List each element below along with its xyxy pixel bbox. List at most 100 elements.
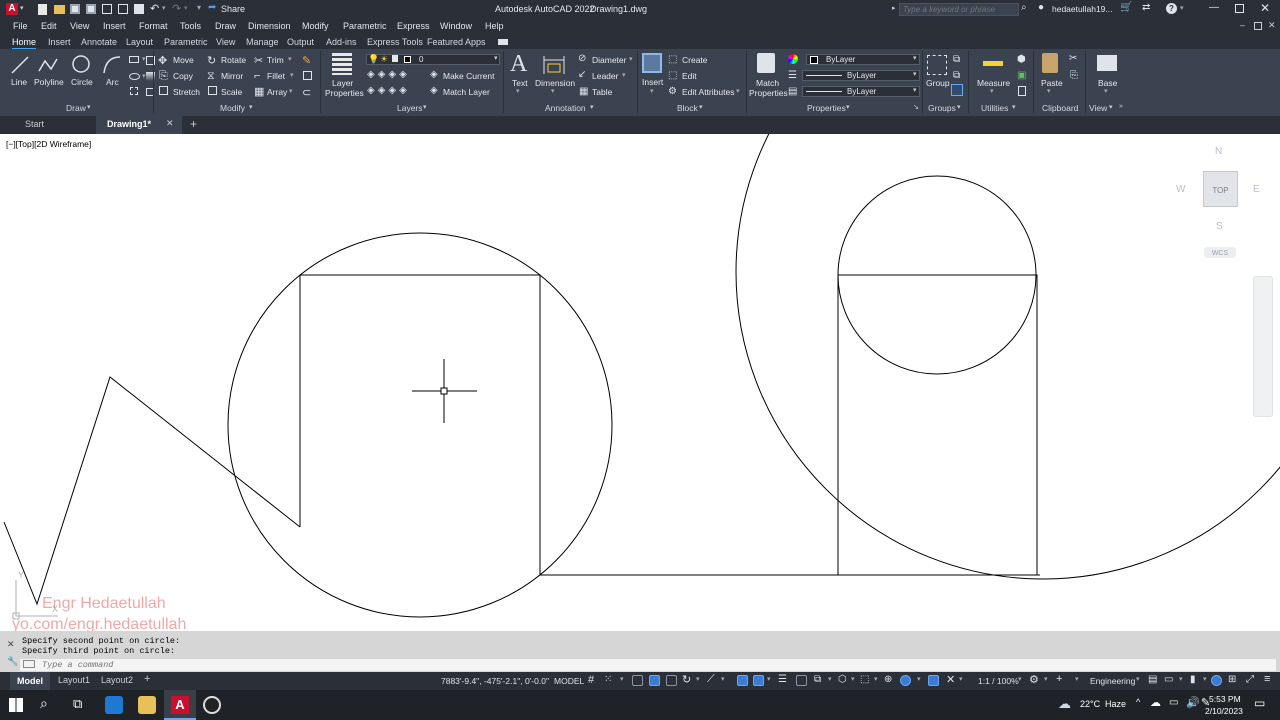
- annotation-visibility-icon[interactable]: [900, 675, 911, 686]
- search-icon[interactable]: ⌕: [1021, 2, 1027, 13]
- volume-icon[interactable]: 🔊: [1186, 696, 1200, 709]
- viewcube-west[interactable]: W: [1176, 184, 1185, 195]
- menu-express[interactable]: Express: [397, 21, 430, 31]
- annotation-scale-value-dropdown-icon[interactable]: ▾: [1018, 675, 1022, 683]
- table-icon[interactable]: ▦: [579, 86, 588, 97]
- gizmo-icon[interactable]: ⊕: [884, 674, 892, 685]
- trim-button[interactable]: Trim: [267, 55, 284, 66]
- ribbon-toggle-icon[interactable]: [498, 39, 508, 45]
- command-prompt-icon[interactable]: [23, 660, 35, 668]
- ortho-icon[interactable]: [666, 675, 677, 686]
- share-button[interactable]: Share: [221, 4, 245, 14]
- mirror-icon[interactable]: ⧖: [207, 70, 215, 83]
- annotation-scale-auto-icon[interactable]: [928, 675, 939, 686]
- edit-attributes-button[interactable]: Edit Attributes: [682, 87, 734, 98]
- redo-icon[interactable]: ↷: [172, 2, 181, 15]
- properties-panel-expand-icon[interactable]: ▾: [846, 103, 850, 111]
- layers-panel-expand-icon[interactable]: ▾: [423, 103, 427, 111]
- weather-desc[interactable]: Haze: [1105, 699, 1126, 709]
- layer-dropdown-arrow-icon[interactable]: ▾: [494, 54, 498, 62]
- menu-help[interactable]: Help: [485, 21, 504, 31]
- group-icon[interactable]: [927, 55, 947, 75]
- tab-express-tools[interactable]: Express Tools: [367, 37, 423, 47]
- circle-button[interactable]: Circle: [71, 77, 93, 88]
- arc-icon[interactable]: [102, 55, 122, 75]
- dynamic-ucs-icon[interactable]: ⬚: [860, 674, 869, 685]
- linetype-icon[interactable]: ▤: [788, 86, 797, 97]
- dimension-icon[interactable]: [542, 54, 566, 76]
- search-taskbar-icon[interactable]: ⌕: [40, 695, 48, 712]
- ribbon-overflow-icon[interactable]: »: [1119, 103, 1123, 110]
- array-dropdown-icon[interactable]: ▾: [289, 87, 293, 95]
- middle-circle[interactable]: [227, 232, 613, 618]
- menu-parametric[interactable]: Parametric: [343, 21, 387, 31]
- save-icon[interactable]: [70, 4, 80, 14]
- save-web-icon[interactable]: [118, 4, 128, 14]
- open-file-icon[interactable]: [54, 5, 65, 14]
- edit-attributes-icon[interactable]: ⚙: [668, 86, 677, 97]
- layer-tools-row1-icon[interactable]: ◈◈◈◈: [367, 69, 410, 80]
- app-menu-arrow-icon[interactable]: ▾: [20, 4, 24, 12]
- tab-parametric[interactable]: Parametric: [164, 37, 208, 47]
- tab-insert[interactable]: Insert: [48, 37, 71, 47]
- create-block-icon[interactable]: ⬚: [668, 54, 677, 65]
- menu-file[interactable]: File: [13, 21, 28, 31]
- layer-tools-row2-icon[interactable]: ◈◈◈◈: [367, 85, 410, 96]
- copy-clip-icon[interactable]: ⎘: [1070, 70, 1078, 81]
- viewcube-north[interactable]: N: [1215, 146, 1222, 157]
- fillet-dropdown-icon[interactable]: ▾: [290, 71, 294, 79]
- obs-app-icon[interactable]: [203, 696, 221, 714]
- paste-dropdown-icon[interactable]: ▾: [1047, 87, 1051, 95]
- workspace-gear-dropdown-icon[interactable]: ▾: [1044, 675, 1048, 683]
- diameter-dropdown-icon[interactable]: ▾: [629, 55, 633, 63]
- edit-button[interactable]: Edit: [682, 71, 697, 82]
- open-web-icon[interactable]: [102, 4, 112, 14]
- tab-view[interactable]: View: [216, 37, 235, 47]
- polyline-icon[interactable]: [37, 55, 59, 75]
- utilities-panel-expand-icon[interactable]: ▾: [1012, 103, 1016, 111]
- text-icon[interactable]: A: [510, 51, 527, 78]
- group-button[interactable]: Group: [926, 78, 950, 89]
- draw-panel-expand-icon[interactable]: ▾: [87, 103, 91, 111]
- color-dropdown-arrow-icon[interactable]: ▾: [913, 54, 917, 62]
- move-icon[interactable]: ✥: [158, 54, 167, 67]
- select-all-icon[interactable]: ▣: [1017, 70, 1026, 81]
- large-circle[interactable]: [735, 134, 1280, 580]
- leader-button[interactable]: Leader: [592, 71, 618, 82]
- close-window-icon[interactable]: ✕: [1260, 1, 1270, 15]
- color-wheel-icon[interactable]: [788, 54, 798, 64]
- edit-attributes-dropdown-icon[interactable]: ▾: [736, 87, 740, 95]
- text-dropdown-icon[interactable]: ▾: [516, 87, 520, 95]
- isodraft-icon[interactable]: ⟋: [707, 673, 715, 686]
- menu-modify[interactable]: Modify: [302, 21, 329, 31]
- layout-tab-layout1[interactable]: Layout1: [58, 675, 90, 685]
- new-layout-icon[interactable]: +: [144, 673, 150, 685]
- polar-tracking-icon[interactable]: ↻: [682, 673, 691, 686]
- selection-cycling-icon[interactable]: ⧉: [814, 674, 821, 685]
- move-button[interactable]: Move: [173, 55, 194, 66]
- isolate-dropdown-icon[interactable]: ▾: [1203, 675, 1207, 683]
- properties-panel-title[interactable]: Properties: [807, 103, 846, 113]
- match-properties-icon[interactable]: [757, 53, 775, 73]
- make-current-icon[interactable]: ◈: [430, 69, 438, 80]
- trim-icon[interactable]: ✂: [254, 54, 263, 67]
- close-tab-icon[interactable]: ✕: [166, 118, 174, 129]
- layers-panel-title[interactable]: Layers: [397, 103, 423, 113]
- dynamic-input-icon[interactable]: [649, 675, 660, 686]
- tab-manage[interactable]: Manage: [246, 37, 279, 47]
- rectangle-icon[interactable]: [129, 56, 139, 63]
- modify-panel-title[interactable]: Modify: [220, 103, 245, 113]
- autocad-taskbar-button[interactable]: A: [164, 690, 196, 720]
- viewcube-east[interactable]: E: [1253, 184, 1260, 195]
- snap-dropdown-icon[interactable]: ▾: [620, 675, 624, 683]
- 3d-osnap-dropdown-icon[interactable]: ▾: [851, 675, 855, 683]
- tab-layout[interactable]: Layout: [126, 37, 153, 47]
- polyline-button[interactable]: Polyline: [34, 77, 64, 88]
- minimize-window-icon[interactable]: —: [1209, 2, 1219, 13]
- command-input[interactable]: [42, 659, 642, 671]
- weather-icon[interactable]: ☁: [1058, 696, 1071, 712]
- tab-add-ins[interactable]: Add-ins: [326, 37, 357, 47]
- menu-view[interactable]: View: [70, 21, 89, 31]
- make-current-button[interactable]: Make Current: [443, 71, 495, 82]
- 3d-osnap-icon[interactable]: ⬡: [838, 674, 847, 685]
